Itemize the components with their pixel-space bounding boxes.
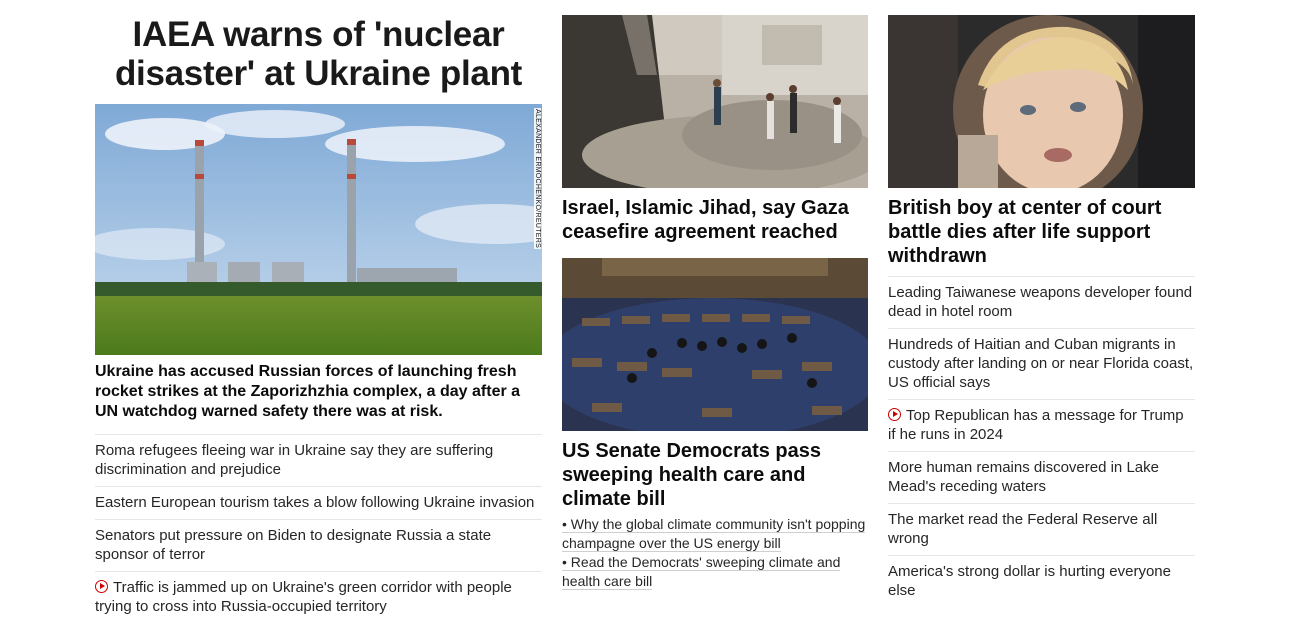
sub-link[interactable]: • Why the global climate community isn't… bbox=[562, 516, 866, 552]
photo-credit: ALEXANDER ERMOCHENKO/REUTERS bbox=[534, 108, 541, 250]
gaza-headline[interactable]: Israel, Islamic Jihad, say Gaza ceasefir… bbox=[562, 196, 868, 244]
lead-headline[interactable]: IAEA warns of 'nuclear disaster' at Ukra… bbox=[95, 15, 542, 93]
list-item-link[interactable]: Roma refugees fleeing war in Ukraine say… bbox=[95, 442, 493, 478]
list-item-link[interactable]: Eastern European tourism takes a blow fo… bbox=[95, 494, 534, 511]
list-item[interactable]: Hundreds of Haitian and Cuban migrants i… bbox=[888, 328, 1195, 399]
middle-column: Israel, Islamic Jihad, say Gaza ceasefir… bbox=[562, 15, 868, 591]
list-item[interactable]: The market read the Federal Reserve all … bbox=[888, 503, 1195, 555]
lead-related-list: Roma refugees fleeing war in Ukraine say… bbox=[95, 434, 542, 623]
sub-link[interactable]: • Read the Democrats' sweeping climate a… bbox=[562, 554, 841, 590]
lead-description[interactable]: Ukraine has accused Russian forces of la… bbox=[95, 362, 542, 422]
play-circle-icon bbox=[888, 408, 901, 421]
boy-headline[interactable]: British boy at center of court battle di… bbox=[888, 196, 1195, 268]
list-item-link[interactable]: Top Republican has a message for Trump i… bbox=[888, 407, 1184, 443]
lead-image[interactable]: ALEXANDER ERMOCHENKO/REUTERS bbox=[95, 104, 542, 355]
right-column: British boy at center of court battle di… bbox=[888, 15, 1195, 607]
senate-sub-links: • Why the global climate community isn't… bbox=[562, 515, 868, 591]
gaza-image[interactable] bbox=[562, 15, 868, 188]
senate-headline[interactable]: US Senate Democrats pass sweeping health… bbox=[562, 439, 868, 511]
list-item[interactable]: Senators put pressure on Biden to design… bbox=[95, 519, 542, 571]
list-item-link[interactable]: Leading Taiwanese weapons developer foun… bbox=[888, 284, 1192, 320]
boy-image[interactable] bbox=[888, 15, 1195, 188]
list-item[interactable]: Leading Taiwanese weapons developer foun… bbox=[888, 276, 1195, 328]
list-item[interactable]: Roma refugees fleeing war in Ukraine say… bbox=[95, 434, 542, 486]
play-circle-icon bbox=[95, 580, 108, 593]
lead-headline-line2[interactable]: disaster' at Ukraine plant bbox=[95, 54, 542, 93]
right-list: Leading Taiwanese weapons developer foun… bbox=[888, 276, 1195, 607]
senate-image[interactable] bbox=[562, 258, 868, 431]
list-item[interactable]: America's strong dollar is hurting every… bbox=[888, 555, 1195, 607]
list-item[interactable]: Top Republican has a message for Trump i… bbox=[888, 399, 1195, 451]
list-item[interactable]: More human remains discovered in Lake Me… bbox=[888, 451, 1195, 503]
list-item-link[interactable]: Hundreds of Haitian and Cuban migrants i… bbox=[888, 336, 1193, 391]
list-item-link[interactable]: Senators put pressure on Biden to design… bbox=[95, 527, 491, 563]
list-item-link[interactable]: Traffic is jammed up on Ukraine's green … bbox=[95, 579, 512, 615]
list-item-link[interactable]: More human remains discovered in Lake Me… bbox=[888, 459, 1159, 495]
list-item-link[interactable]: America's strong dollar is hurting every… bbox=[888, 563, 1171, 599]
list-item[interactable]: Traffic is jammed up on Ukraine's green … bbox=[95, 571, 542, 623]
lead-headline-line1[interactable]: IAEA warns of 'nuclear bbox=[95, 15, 542, 54]
list-item-link[interactable]: The market read the Federal Reserve all … bbox=[888, 511, 1157, 547]
list-item[interactable]: Eastern European tourism takes a blow fo… bbox=[95, 486, 542, 519]
lead-story: IAEA warns of 'nuclear disaster' at Ukra… bbox=[95, 15, 542, 623]
